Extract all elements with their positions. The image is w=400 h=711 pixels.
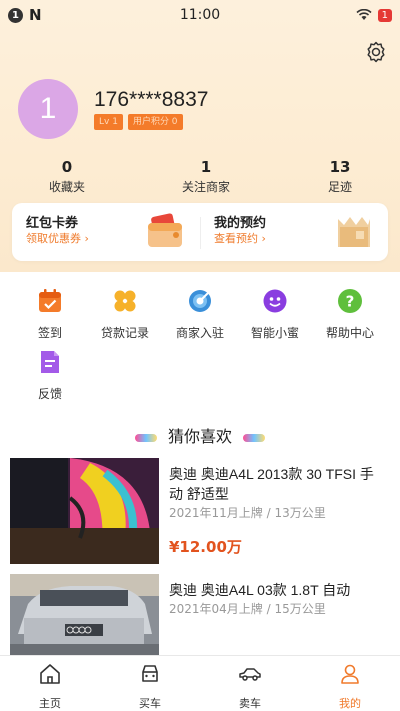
status-bar: 1 N 11:00 1 bbox=[0, 0, 400, 30]
wallet-icon bbox=[148, 213, 182, 247]
appointment-title: 我的预约 bbox=[214, 216, 267, 231]
tab-mine[interactable]: 我的 bbox=[320, 662, 380, 711]
stat-favorites[interactable]: 0 收藏夹 bbox=[22, 158, 112, 195]
menu-loan-records[interactable]: 贷款记录 bbox=[89, 288, 161, 341]
avatar-initial: 1 bbox=[39, 92, 57, 125]
quick-card: 红包卡券 领取优惠券 › 我的预约 查看预约 › bbox=[12, 203, 388, 261]
menu-label: 帮助中心 bbox=[325, 326, 374, 340]
bottom-tab-bar: 主页 买车 卖车 我的 bbox=[0, 655, 400, 711]
user-phone: 176****8837 bbox=[94, 88, 209, 111]
stat-label: 收藏夹 bbox=[48, 180, 85, 194]
menu-smart-assistant[interactable]: 智能小蜜 bbox=[239, 288, 311, 341]
menu-label: 商家入驻 bbox=[175, 326, 224, 340]
stat-label: 足迹 bbox=[327, 180, 352, 194]
car-photo bbox=[10, 458, 159, 564]
car-photo bbox=[10, 574, 159, 656]
tab-label: 卖车 bbox=[239, 697, 261, 710]
help-icon: ? bbox=[338, 289, 362, 313]
menu-help-center[interactable]: ? 帮助中心 bbox=[314, 288, 386, 341]
avatar[interactable]: 1 bbox=[18, 79, 78, 139]
stat-value: 0 bbox=[61, 158, 73, 176]
menu-checkin[interactable]: 签到 bbox=[14, 288, 86, 341]
tab-label: 我的 bbox=[339, 697, 361, 710]
tab-label: 买车 bbox=[139, 697, 161, 710]
coupon-link[interactable]: 领取优惠券 › bbox=[26, 230, 89, 246]
menu-label: 签到 bbox=[37, 326, 62, 340]
tab-buy-car[interactable]: 买车 bbox=[120, 662, 180, 711]
coupon-link-label: 领取优惠券 bbox=[26, 232, 81, 245]
car-meta: 2021年11月上牌 / 13万公里 bbox=[169, 506, 326, 520]
stat-label: 关注商家 bbox=[181, 180, 230, 194]
stat-value: 13 bbox=[329, 158, 351, 176]
points-badge[interactable]: 用户积分 0 bbox=[127, 114, 183, 130]
assistant-icon bbox=[263, 289, 287, 313]
appointment-link[interactable]: 查看预约 › bbox=[214, 230, 266, 246]
status-time: 11:00 bbox=[179, 7, 221, 23]
car-meta: 2021年04月上牌 / 15万公里 bbox=[169, 602, 326, 616]
decoration-left bbox=[134, 433, 157, 442]
car-front-icon bbox=[142, 665, 158, 682]
tab-home[interactable]: 主页 bbox=[20, 662, 80, 711]
menu-label: 智能小蜜 bbox=[250, 326, 299, 340]
level-badge: Lv 1 bbox=[94, 114, 123, 130]
stat-footprints[interactable]: 13 足迹 bbox=[295, 158, 385, 195]
menu-merchant-join[interactable]: 商家入驻 bbox=[164, 288, 236, 341]
menu-label: 反馈 bbox=[37, 387, 62, 401]
coupon-title: 红包卡券 bbox=[26, 216, 79, 231]
menu-feedback[interactable]: 反馈 bbox=[14, 349, 86, 402]
feedback-icon bbox=[41, 351, 59, 373]
menu-label: 贷款记录 bbox=[100, 326, 149, 340]
wifi-icon bbox=[356, 9, 372, 20]
tab-label: 主页 bbox=[39, 697, 61, 710]
calendar-icon bbox=[39, 289, 61, 312]
stat-value: 1 bbox=[200, 158, 212, 176]
decoration-right bbox=[243, 433, 266, 442]
svg-text:?: ? bbox=[346, 293, 355, 311]
chevron-right-icon: › bbox=[84, 232, 89, 245]
gear-icon[interactable] bbox=[364, 40, 388, 64]
car-price: ¥12.00万 bbox=[169, 538, 242, 556]
battery-icon: 1 bbox=[377, 8, 392, 22]
flower-icon bbox=[114, 290, 136, 312]
car-title: 奥迪 奥迪A4L 2013款 30 TFSI 手动 舒适型 bbox=[169, 466, 374, 502]
section-title: 猜你喜欢 bbox=[0, 423, 400, 447]
calendar-paper-icon bbox=[338, 217, 370, 247]
tab-sell-car[interactable]: 卖车 bbox=[220, 662, 280, 711]
appointment-entry[interactable]: 我的预约 查看预约 › bbox=[200, 203, 388, 261]
profile-icon bbox=[341, 664, 359, 684]
section-title-text: 猜你喜欢 bbox=[167, 427, 232, 446]
target-icon bbox=[189, 290, 211, 312]
car-side-icon bbox=[239, 668, 261, 681]
car-listing[interactable]: 奥迪 奥迪A4L 2013款 30 TFSI 手动 舒适型 2021年11月上牌… bbox=[10, 458, 390, 564]
appointment-link-label: 查看预约 bbox=[214, 232, 258, 245]
home-icon bbox=[40, 664, 60, 684]
car-title: 奥迪 奥迪A4L 03款 1.8T 自动 bbox=[169, 582, 351, 598]
coupon-entry[interactable]: 红包卡券 领取优惠券 › bbox=[12, 203, 200, 261]
stat-followed-merchants[interactable]: 1 关注商家 bbox=[161, 158, 251, 195]
chevron-right-icon: › bbox=[261, 232, 266, 245]
